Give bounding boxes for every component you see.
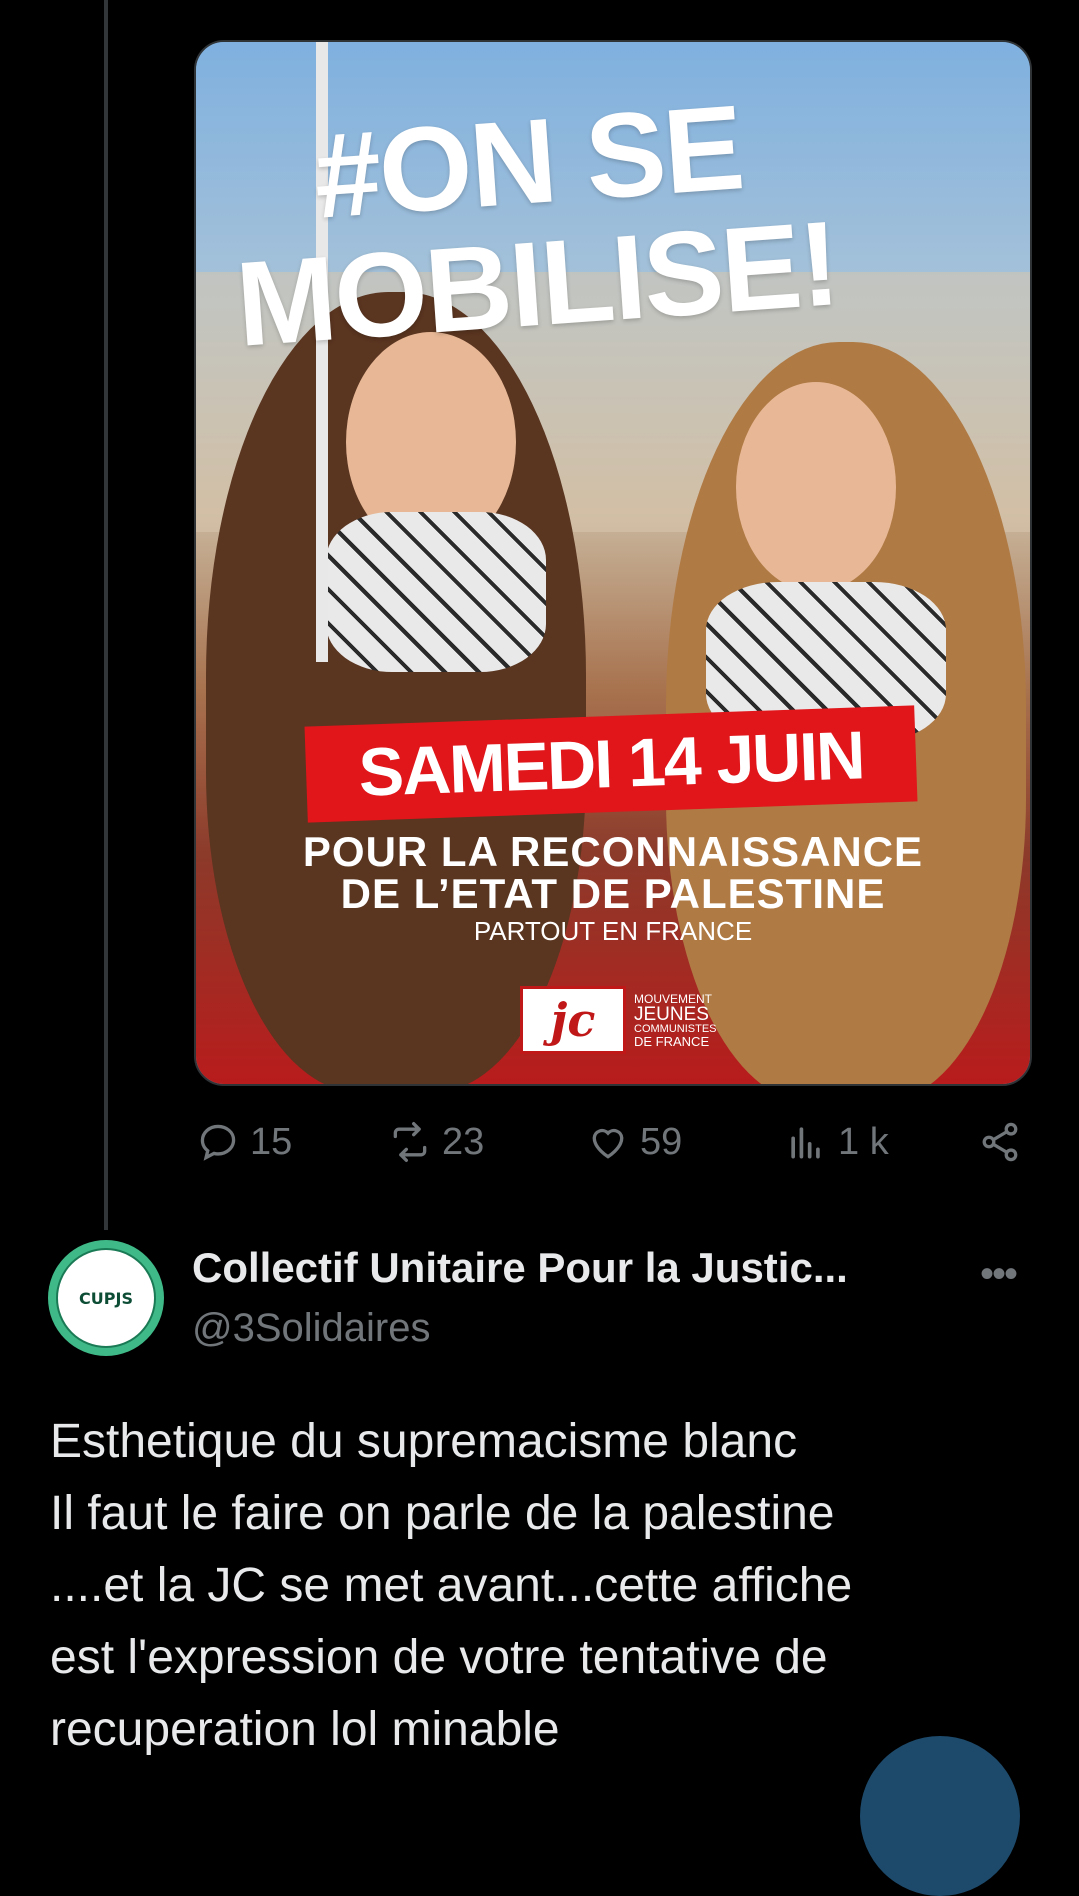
reply-count: 15	[250, 1120, 293, 1163]
repost-icon	[393, 1122, 427, 1162]
repost-button[interactable]: 23	[388, 1120, 484, 1164]
reply-avatar[interactable]: CUPJS	[48, 1240, 164, 1356]
post-action-bar: 15 23 59 1 k	[0, 1120, 1079, 1176]
jc-logo-text-line: MOUVEMENT	[634, 991, 712, 1006]
reply-text-line: ....et la JC se met avant...cette affich…	[50, 1559, 853, 1612]
jc-logo-text-line: DE FRANCE	[634, 1033, 710, 1049]
reply-button[interactable]: 15	[196, 1120, 292, 1164]
views-button[interactable]: 1 k	[784, 1120, 889, 1164]
like-count: 59	[640, 1120, 683, 1163]
poster-subtitle-line1: POUR LA RECONNAISSANCE	[302, 828, 924, 875]
poster-subtitle-line3: PARTOUT EN FRANCE	[473, 916, 753, 946]
thread-connector-line	[104, 0, 108, 1230]
share-icon	[982, 1122, 1018, 1162]
poster-face-right	[736, 382, 896, 592]
jc-logo-mark: jc	[520, 986, 626, 1054]
view-count: 1 k	[838, 1120, 889, 1163]
jc-logo-text-line: COMMUNISTES	[634, 1022, 717, 1035]
poster-jc-logo: jc MOUVEMENT JEUNES COMMUNISTES DE FRANC…	[520, 986, 717, 1054]
share-button[interactable]	[978, 1120, 1022, 1164]
more-horizontal-icon: •••	[980, 1252, 1018, 1296]
more-options-button[interactable]: •••	[980, 1252, 1018, 1297]
heart-icon	[592, 1128, 624, 1159]
reply-text-line: Esthetique du supremacisme blanc	[50, 1415, 798, 1468]
poster-subtitle-line2: DE L’ETAT DE PALESTINE	[340, 870, 886, 917]
reply-handle[interactable]: @3Solidaires	[192, 1306, 431, 1351]
post-image[interactable]: #ON SE MOBILISE! SAMEDI 14 JUIN POUR LA …	[194, 40, 1032, 1086]
like-button[interactable]: 59	[586, 1120, 682, 1164]
avatar-logo: CUPJS	[56, 1248, 156, 1348]
views-chart-icon	[791, 1127, 820, 1159]
reply-display-name[interactable]: Collectif Unitaire Pour la Justic...	[192, 1244, 848, 1292]
reply-icon	[200, 1124, 236, 1161]
poster-scarf-left	[326, 512, 546, 672]
reply-text-line: est l'expression de votre tentative de	[50, 1631, 828, 1684]
compose-fab-button[interactable]	[860, 1736, 1020, 1896]
jc-logo-text-line: JEUNES	[634, 1003, 709, 1025]
reply-body-text: Esthetique du supremacisme blanc Il faut…	[50, 1406, 1050, 1766]
poster-date-text: SAMEDI 14 JUIN	[357, 717, 865, 811]
reply-text-line: Il faut le faire on parle de la palestin…	[50, 1487, 835, 1540]
jc-logo-text: MOUVEMENT JEUNES COMMUNISTES DE FRANCE	[634, 993, 717, 1048]
repost-count: 23	[442, 1120, 485, 1163]
